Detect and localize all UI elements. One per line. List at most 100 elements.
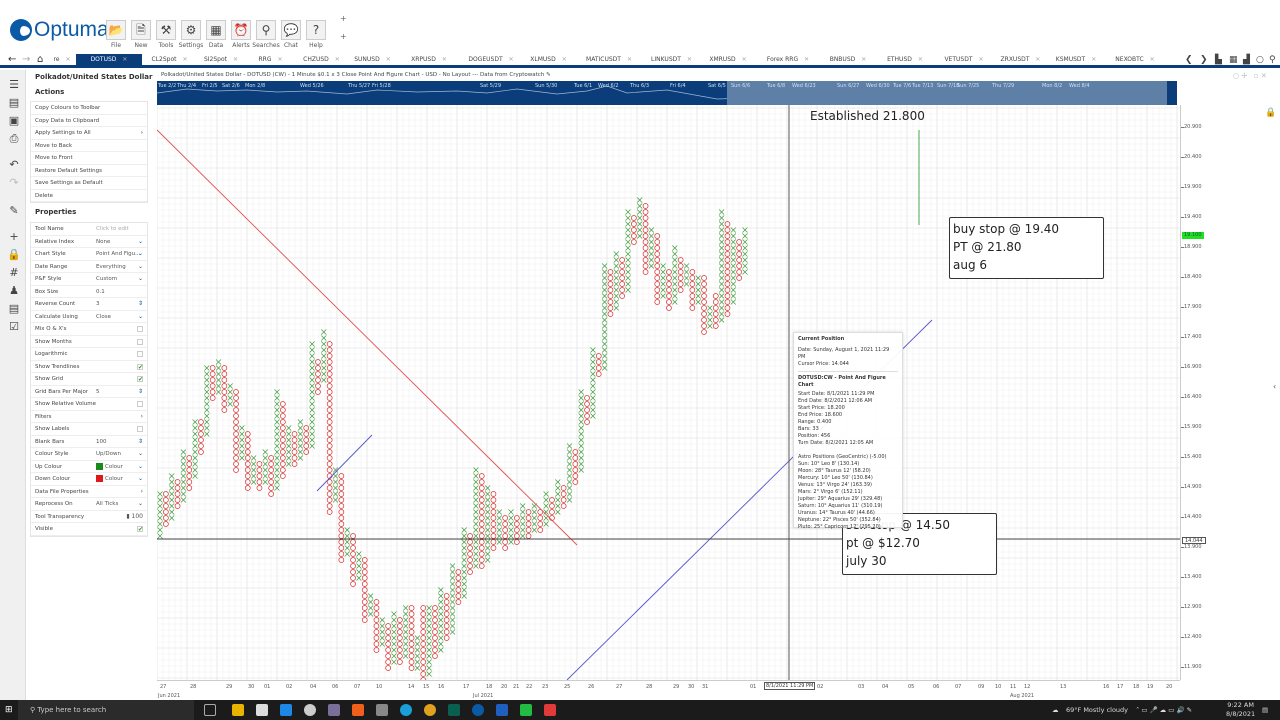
spinner-icon[interactable]: ⇕ xyxy=(138,298,143,311)
action-delete[interactable]: Delete xyxy=(31,190,147,202)
property-p-f-style[interactable]: P&F Style Custom ⌄ xyxy=(31,273,147,286)
property-tool-transparency[interactable]: Tool Transparency ▮ 100 xyxy=(31,511,147,523)
close-icon[interactable]: ✕ xyxy=(1035,56,1040,63)
camtasia-icon[interactable] xyxy=(520,704,532,716)
property-show-labels[interactable]: Show Labels xyxy=(31,423,147,436)
tab-chzusd[interactable]: CHZUSD ✕ xyxy=(296,54,347,66)
established-label[interactable]: Established 21.800 xyxy=(810,109,925,123)
tab-si2spot[interactable]: SI2Spot ✕ xyxy=(197,54,245,66)
property-colour-style[interactable]: Colour Style Up/Down ⌄ xyxy=(31,448,147,461)
tab-nexobtc[interactable]: NEXOBTC ✕ xyxy=(1105,54,1165,66)
pnf-plot[interactable] xyxy=(156,105,1180,683)
tab-ksmusdt[interactable]: KSMUSDT ✕ xyxy=(1047,54,1105,66)
chevron-right-icon[interactable]: › xyxy=(141,411,143,424)
clock[interactable]: 9:22 AM 8/8/2021 xyxy=(1226,701,1255,719)
layout-icon[interactable]: ▙ xyxy=(1215,55,1222,65)
close-icon[interactable]: ✕ xyxy=(442,56,447,63)
checkbox[interactable] xyxy=(137,338,143,345)
user-icon[interactable]: ♟ xyxy=(7,284,21,298)
property-logarithmic[interactable]: Logarithmic xyxy=(31,348,147,361)
tab-xrpusd[interactable]: XRPUSD ✕ xyxy=(398,54,460,66)
checkbox[interactable] xyxy=(137,351,143,357)
tab-re[interactable]: re ✕ xyxy=(48,54,76,66)
task-view-icon[interactable] xyxy=(204,704,216,716)
close-icon[interactable]: ✕ xyxy=(277,56,282,63)
tab-zrxusdt[interactable]: ZRXUSDT ✕ xyxy=(994,54,1047,66)
property-date-range[interactable]: Date Range Everything ⌄ xyxy=(31,261,147,274)
close-icon[interactable]: ✕ xyxy=(1091,56,1096,63)
tray-icons[interactable]: ˄ ▭ 🎤 ☁ ▭ 🔊 ✎ xyxy=(1136,700,1192,720)
close-icon[interactable]: ✕ xyxy=(804,56,809,63)
property-value[interactable]: 3 xyxy=(96,298,100,311)
property-value[interactable]: Everything xyxy=(96,261,126,274)
property-value[interactable]: Colour xyxy=(96,461,123,474)
property-grid-bars-per-major[interactable]: Grid Bars Per Major 5 ⇕ xyxy=(31,386,147,399)
property-down-colour[interactable]: Down Colour Colour ⌄ xyxy=(31,473,147,486)
spinner-icon[interactable]: ⇕ xyxy=(138,386,143,399)
spinner-icon[interactable]: ⇕ xyxy=(138,436,143,449)
chevron-down-icon[interactable]: ⌄ xyxy=(138,461,143,474)
property-value[interactable]: All Ticks xyxy=(96,498,118,511)
property-chart-style[interactable]: Chart Style Point And Figu... ⌄ xyxy=(31,248,147,261)
weather-text[interactable]: 69°F Mostly cloudy xyxy=(1066,700,1128,720)
property-value[interactable]: 5 xyxy=(96,386,100,399)
chevron-down-icon[interactable]: ⌄ xyxy=(138,273,143,286)
chevron-down-icon[interactable]: ⌄ xyxy=(138,261,143,274)
checkbox[interactable] xyxy=(137,326,143,332)
close-icon[interactable]: ✕ xyxy=(627,56,632,63)
close-icon[interactable]: ✕ xyxy=(122,56,127,63)
grid-icon[interactable]: ▦ xyxy=(1229,55,1238,65)
tab-xlmusd[interactable]: XLMUSD ✕ xyxy=(522,54,575,66)
word-icon[interactable] xyxy=(496,704,508,716)
checkbox[interactable] xyxy=(137,401,143,407)
property-relative-index[interactable]: Relative Index None ⌄ xyxy=(31,236,147,249)
action-move-to-front[interactable]: Move to Front xyxy=(31,152,147,165)
home-icon[interactable]: ⌂ xyxy=(37,54,43,65)
tab-dogeusdt[interactable]: DOGEUSDT ✕ xyxy=(460,54,522,66)
tab-bnbusd[interactable]: BNBUSD ✕ xyxy=(820,54,876,66)
close-icon[interactable]: ✕ xyxy=(742,56,747,63)
close-icon[interactable]: ✕ xyxy=(335,56,340,63)
tab-cl2spot[interactable]: CL2Spot ✕ xyxy=(142,54,197,66)
refresh-icon[interactable]: ○ xyxy=(1256,55,1264,65)
lock-icon[interactable]: 🔒 xyxy=(7,248,21,262)
chevron-down-icon[interactable]: ⌄ xyxy=(138,473,143,486)
checkbox[interactable]: ✔ xyxy=(137,363,143,370)
tab-vetusdt[interactable]: VETUSDT ✕ xyxy=(934,54,994,66)
notifications-icon[interactable]: ▤ xyxy=(1262,700,1268,720)
close-icon[interactable]: ✕ xyxy=(1150,56,1155,63)
close-icon[interactable]: ✕ xyxy=(233,56,238,63)
properties-icon[interactable]: ☰ xyxy=(7,78,21,92)
chevron-down-icon[interactable]: ⌄ xyxy=(138,498,143,511)
taskbar-search[interactable]: ⚲ Type here to search xyxy=(18,700,194,720)
close-icon[interactable]: ✕ xyxy=(979,56,984,63)
file-explorer-icon[interactable] xyxy=(232,704,244,716)
property-value[interactable]: Custom xyxy=(96,273,117,286)
property-value[interactable]: None xyxy=(96,236,110,249)
property-reverse-count[interactable]: Reverse Count 3 ⇕ xyxy=(31,298,147,311)
property-value[interactable]: Close xyxy=(96,311,111,324)
forward-icon[interactable]: → xyxy=(22,54,30,65)
close-icon[interactable]: ✕ xyxy=(386,56,391,63)
property-show-trendlines[interactable]: Show Trendlines ✔ xyxy=(31,361,147,373)
property-reprocess-on[interactable]: Reprocess On All Ticks ⌄ xyxy=(31,498,147,511)
camtasia-recorder-icon[interactable] xyxy=(544,704,556,716)
window-controls[interactable]: ○ ✢ ▫ ✕ xyxy=(1233,72,1267,80)
edit-icon[interactable]: ✎ xyxy=(546,72,551,78)
close-icon[interactable]: ✕ xyxy=(861,56,866,63)
action-copy-data-to-clipboard[interactable]: Copy Data to Clipboard xyxy=(31,115,147,127)
buy-stop-note[interactable]: buy stop @ 19.40 PT @ 21.80 aug 6 xyxy=(949,217,1104,279)
close-icon[interactable]: ✕ xyxy=(182,56,187,63)
tab-dotusd[interactable]: DOTUSD ✕ xyxy=(76,54,142,68)
action-move-to-back[interactable]: Move to Back xyxy=(31,140,147,152)
property-show-months[interactable]: Show Months xyxy=(31,336,147,348)
windows-start-icon[interactable]: ⊞ xyxy=(5,705,13,715)
close-icon[interactable]: ✕ xyxy=(66,56,71,63)
close-icon[interactable]: ✕ xyxy=(562,56,567,63)
property-value[interactable]: Click to edit xyxy=(96,223,129,236)
property-tool-name[interactable]: Tool Name Click to edit xyxy=(31,223,147,236)
property-filters[interactable]: Filters › xyxy=(31,411,147,424)
tab-forex-rrg[interactable]: Forex RRG ✕ xyxy=(756,54,820,66)
redo-icon[interactable]: ↷ xyxy=(7,176,21,190)
document-icon[interactable]: ▤ xyxy=(7,302,21,316)
